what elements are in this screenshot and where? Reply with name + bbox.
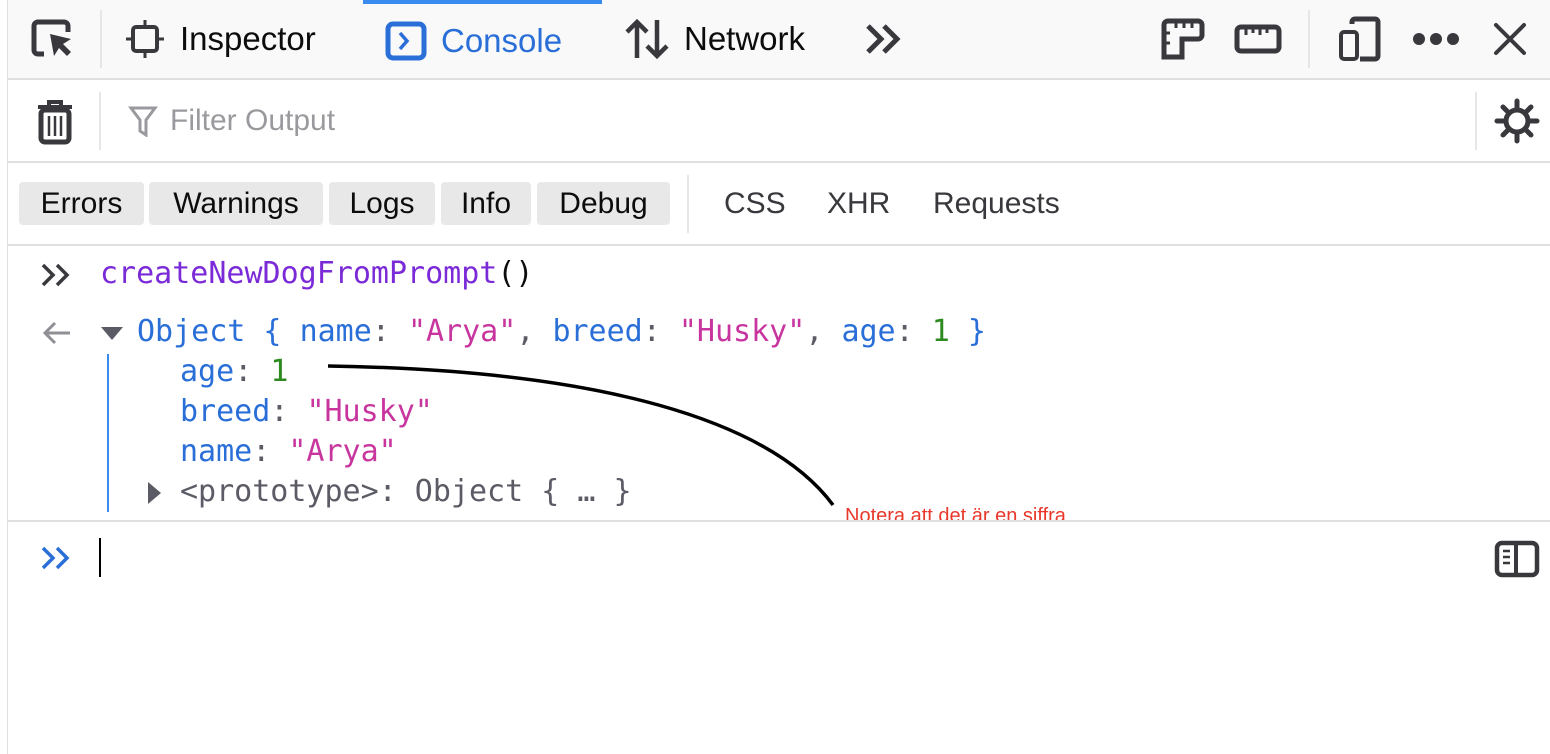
editor-mode-icon[interactable]	[1494, 540, 1540, 578]
text-cursor	[99, 538, 101, 577]
prompt-chevrons-icon	[41, 546, 70, 570]
console-input[interactable]	[8, 522, 1550, 754]
